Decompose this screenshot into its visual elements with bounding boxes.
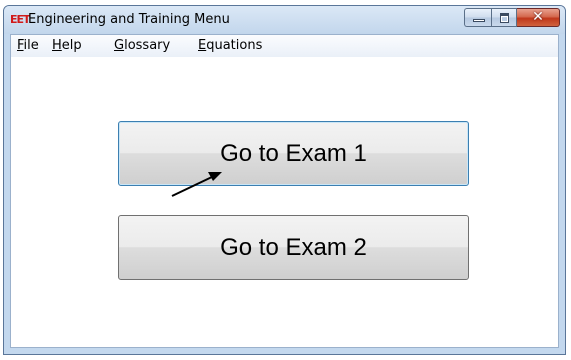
go-to-exam-1-button[interactable]: Go to Exam 1 (118, 121, 469, 186)
caption-buttons: ✕ (464, 8, 560, 27)
window-title: Engineering and Training Menu (28, 12, 230, 27)
menu-help[interactable]: Help (52, 38, 82, 54)
client-area: File Help Glossary Equations Go to Exam … (10, 34, 559, 348)
close-button[interactable]: ✕ (517, 8, 560, 27)
maximize-button[interactable] (491, 8, 517, 27)
minimize-button[interactable] (464, 8, 491, 27)
menu-help-accel: H (52, 38, 62, 53)
go-to-exam-2-button[interactable]: Go to Exam 2 (118, 215, 469, 280)
menu-glossary-label: lossary (124, 38, 171, 53)
maximize-icon (500, 13, 509, 23)
menu-glossary[interactable]: Glossary (114, 38, 170, 54)
close-icon: ✕ (532, 9, 544, 25)
minimize-icon (473, 19, 485, 22)
menu-equations-accel: E (198, 38, 207, 53)
menu-equations-label: quations (206, 38, 263, 53)
menu-glossary-accel: G (114, 38, 125, 53)
menu-equations[interactable]: Equations (198, 38, 262, 54)
title-bar[interactable]: EET Engineering and Training Menu ✕ (4, 6, 565, 34)
menu-file-label: ile (23, 38, 39, 53)
menu-file[interactable]: File (17, 38, 39, 54)
menu-bar: File Help Glossary Equations (11, 35, 558, 57)
menu-help-label: elp (61, 38, 82, 53)
app-window: EET Engineering and Training Menu ✕ File… (3, 5, 566, 355)
